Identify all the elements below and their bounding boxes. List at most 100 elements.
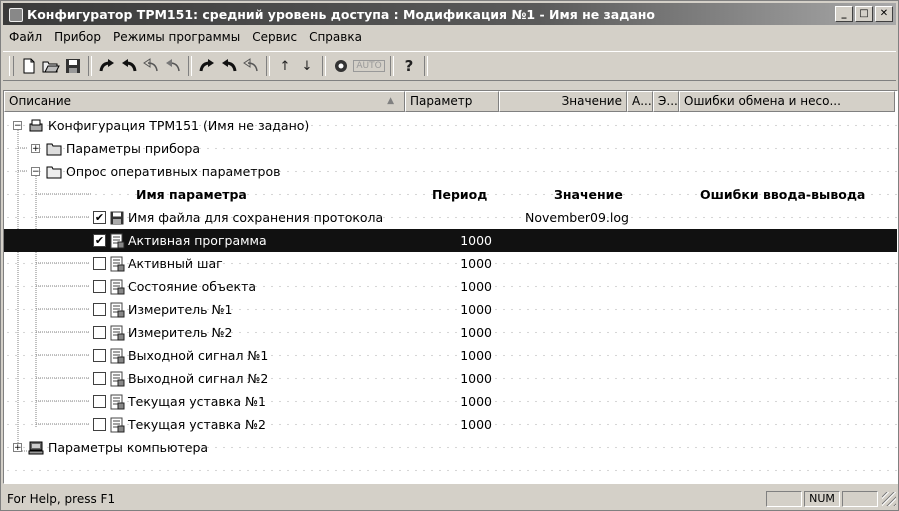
status-text: For Help, press F1 <box>7 492 116 506</box>
parameter-grid: Описание ▲ Параметр Значение А... Э... О… <box>3 90 898 484</box>
collapse-root-icon[interactable]: − <box>13 121 22 131</box>
open-folder-icon <box>46 164 62 180</box>
computer-params-label: Параметры компьютера <box>48 440 209 455</box>
param-row[interactable]: Активный шаг 1000 <box>4 252 897 275</box>
open-folder-icon[interactable] <box>40 55 62 77</box>
param-checkbox[interactable] <box>93 257 106 270</box>
param-row[interactable]: ✔ Имя файла для сохранения протокола Nov… <box>4 206 897 229</box>
expand-computer-params-icon[interactable]: + <box>13 443 22 453</box>
param-checkbox[interactable] <box>93 395 106 408</box>
close-button[interactable]: ✕ <box>875 6 893 22</box>
col-header-value[interactable]: Значение <box>499 91 627 112</box>
tree-row-polling[interactable]: − Опрос оперативных параметров <box>4 160 897 183</box>
param-period: 1000 <box>460 279 492 294</box>
tree-row-device-params[interactable]: + Параметры прибора <box>4 137 897 160</box>
auto-label: AUTO <box>353 60 385 72</box>
floppy-disk-icon <box>109 210 125 226</box>
subheader-errors: Ошибки ввода-вывода <box>700 187 866 202</box>
param-row[interactable]: Выходной сигнал №2 1000 <box>4 367 897 390</box>
redo-arrow-icon[interactable] <box>96 55 118 77</box>
col-header-parameter[interactable]: Параметр <box>405 91 499 112</box>
toolbar-grip[interactable] <box>9 56 14 76</box>
col-header-description[interactable]: Описание ▲ <box>4 91 405 112</box>
undo-device-all-icon[interactable] <box>240 55 262 77</box>
param-period: 1000 <box>460 325 492 340</box>
sort-up-icon: ▲ <box>387 96 394 106</box>
col-header-errors[interactable]: Ошибки обмена и несо... <box>679 91 895 112</box>
param-row[interactable]: Выходной сигнал №1 1000 <box>4 344 897 367</box>
computer-icon <box>28 440 44 456</box>
param-name: Активный шаг <box>128 256 223 271</box>
toolbar: ↑ ↓ AUTO ? <box>3 51 896 81</box>
tree-row-computer-params[interactable]: + Параметры компьютера <box>4 436 897 459</box>
param-row[interactable]: Текущая уставка №1 1000 <box>4 390 897 413</box>
param-checkbox[interactable] <box>93 349 106 362</box>
param-checkbox[interactable]: ✔ <box>93 211 106 224</box>
app-window: Конфигуратор ТРМ151: средний уровень дос… <box>0 0 899 511</box>
new-file-icon[interactable] <box>18 55 40 77</box>
empty-row <box>4 459 897 482</box>
param-checkbox[interactable] <box>93 326 106 339</box>
param-row[interactable]: Измеритель №2 1000 <box>4 321 897 344</box>
window-title: Конфигуратор ТРМ151: средний уровень дос… <box>27 6 655 22</box>
param-checkbox[interactable] <box>93 372 106 385</box>
device-param-icon <box>109 256 125 272</box>
param-name: Текущая уставка №1 <box>128 394 266 409</box>
undo-double-icon[interactable] <box>162 55 184 77</box>
subheader-name: Имя параметра <box>136 187 247 202</box>
col-header-a[interactable]: А... <box>627 91 653 112</box>
param-period: 1000 <box>460 233 492 248</box>
collapse-polling-icon[interactable]: − <box>31 167 40 177</box>
undo-device-icon[interactable] <box>218 55 240 77</box>
stop-icon[interactable] <box>330 55 352 77</box>
maximize-button[interactable]: □ <box>855 6 873 22</box>
minimize-button[interactable]: _ <box>835 6 853 22</box>
param-name: Выходной сигнал №1 <box>128 348 269 363</box>
menu-program-modes[interactable]: Режимы программы <box>107 30 246 44</box>
param-period: 1000 <box>460 371 492 386</box>
param-period: 1000 <box>460 348 492 363</box>
param-row[interactable]: Текущая уставка №2 1000 <box>4 413 897 436</box>
param-row[interactable]: Измеритель №1 1000 <box>4 298 897 321</box>
resize-grip-icon[interactable] <box>882 492 896 506</box>
menu-help[interactable]: Справка <box>303 30 368 44</box>
param-name: Имя файла для сохранения протокола <box>128 210 384 225</box>
param-name: Выходной сигнал №2 <box>128 371 269 386</box>
tree-row-root[interactable]: − Конфигурация ТРМ151 (Имя не задано) <box>4 114 897 137</box>
param-row-selected[interactable]: ✔ Активная программа 1000 <box>4 229 897 252</box>
device-param-icon <box>109 325 125 341</box>
col-header-e[interactable]: Э... <box>653 91 679 112</box>
undo-all-icon[interactable] <box>140 55 162 77</box>
device-param-icon <box>109 417 125 433</box>
subheader-period: Период <box>432 187 488 202</box>
title-bar[interactable]: Конфигуратор ТРМ151: средний уровень дос… <box>3 3 896 25</box>
subheader-value: Значение <box>554 187 623 202</box>
param-checkbox[interactable]: ✔ <box>93 234 106 247</box>
save-disk-icon[interactable] <box>62 55 84 77</box>
menu-file[interactable]: Файл <box>3 30 48 44</box>
status-panel-num: NUM <box>804 491 840 507</box>
arrow-up-icon[interactable]: ↑ <box>274 55 296 77</box>
param-checkbox[interactable] <box>93 303 106 316</box>
arrow-down-icon[interactable]: ↓ <box>296 55 318 77</box>
param-row[interactable]: Состояние объекта 1000 <box>4 275 897 298</box>
root-label: Конфигурация ТРМ151 (Имя не задано) <box>48 118 310 133</box>
menu-device[interactable]: Прибор <box>48 30 107 44</box>
folder-icon <box>46 141 62 157</box>
redo-device-icon[interactable] <box>196 55 218 77</box>
menu-bar: Файл Прибор Режимы программы Сервис Спра… <box>3 27 368 47</box>
expand-device-params-icon[interactable]: + <box>31 144 40 154</box>
help-icon[interactable]: ? <box>398 55 420 77</box>
status-panel-scroll <box>842 491 878 507</box>
auto-icon[interactable]: AUTO <box>352 55 386 77</box>
param-checkbox[interactable] <box>93 280 106 293</box>
param-period: 1000 <box>460 417 492 432</box>
grid-header: Описание ▲ Параметр Значение А... Э... О… <box>4 91 897 112</box>
config-printer-icon <box>28 118 44 134</box>
menu-service[interactable]: Сервис <box>246 30 303 44</box>
param-value: November09.log <box>525 210 629 225</box>
polling-label: Опрос оперативных параметров <box>66 164 281 179</box>
param-checkbox[interactable] <box>93 418 106 431</box>
param-name: Измеритель №2 <box>128 325 233 340</box>
undo-arrow-icon[interactable] <box>118 55 140 77</box>
